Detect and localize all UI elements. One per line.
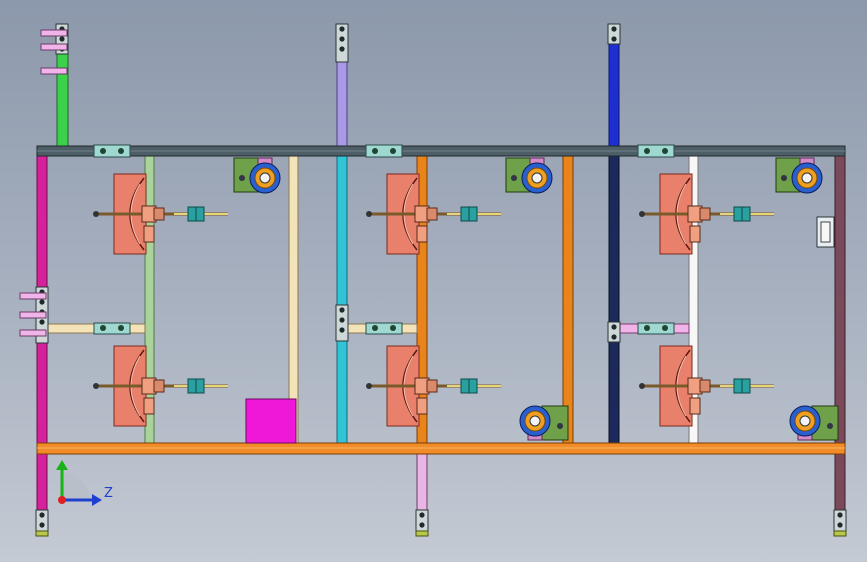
support-bracket: [416, 397, 428, 415]
right-post: [834, 145, 846, 517]
shaft-end: [366, 383, 372, 389]
cap-foot: [415, 530, 429, 537]
cyan-post: [336, 155, 348, 445]
support-bracket: [689, 225, 701, 243]
cap-bolt: [39, 512, 45, 518]
motor-bolt: [781, 175, 787, 181]
magenta-block: [245, 398, 297, 444]
motor-bolt: [827, 423, 833, 429]
fan-assembly: [639, 345, 774, 427]
roller-hub: [529, 415, 541, 427]
post-end-cap: [335, 304, 349, 342]
rail-connector: [637, 322, 675, 335]
cap-bolt: [419, 512, 425, 518]
cap-bolt: [837, 522, 843, 528]
motor-roller-unit: [519, 405, 569, 441]
post-end-caps: [35, 23, 847, 537]
cap-bolt: [39, 522, 45, 528]
cap-bolt: [339, 307, 345, 313]
shaft-end: [366, 211, 372, 217]
support-bracket: [143, 397, 155, 415]
x-axis-dot: [58, 496, 66, 504]
middle-rails: [46, 322, 690, 335]
cap-bolt: [837, 512, 843, 518]
cap-bolt: [419, 522, 425, 528]
beam-connector: [637, 144, 675, 158]
fan-assemblies: [93, 173, 774, 427]
bearing-block: [153, 379, 165, 393]
cap-bolt: [39, 299, 45, 305]
fan-assembly: [93, 345, 228, 427]
cap-bolt: [59, 36, 65, 42]
orange-post-b: [562, 155, 574, 445]
bearing-block: [153, 207, 165, 221]
motor-roller-units: [233, 157, 839, 443]
shaft-end: [93, 383, 99, 389]
cap-foot: [35, 530, 49, 537]
cap-bolt: [339, 36, 345, 42]
roller-hub: [259, 172, 271, 184]
cap-foot: [833, 530, 847, 537]
navy-post: [608, 155, 620, 445]
fan-assembly: [93, 173, 228, 255]
motor-bolt: [239, 175, 245, 181]
bottom-beam: [36, 442, 846, 455]
z-axis-label: Z: [104, 486, 113, 501]
cap-bolt: [339, 327, 345, 333]
support-bracket: [689, 397, 701, 415]
motor-roller-unit: [505, 157, 553, 194]
post-end-cap: [35, 509, 49, 537]
motor-roller-unit: [789, 405, 839, 441]
top-beam: [36, 144, 846, 158]
rail-connector: [365, 322, 403, 335]
support-bracket: [416, 225, 428, 243]
motor-bolt: [511, 175, 517, 181]
coordinate-triad: Z: [56, 460, 113, 506]
cap-bolt: [611, 334, 617, 340]
cap-bolt: [339, 46, 345, 52]
post-end-cap: [335, 23, 349, 63]
bearing-block: [699, 379, 711, 393]
cap-bolt: [611, 26, 617, 32]
motor-bolt: [557, 423, 563, 429]
post-end-cap: [607, 23, 621, 45]
rail-connector: [93, 322, 131, 335]
roller-hub: [799, 415, 811, 427]
control-panel: [816, 216, 835, 248]
cap-bolt: [611, 36, 617, 42]
blue-post: [608, 27, 620, 149]
post-end-cap: [833, 509, 847, 537]
bearing-block: [426, 207, 438, 221]
bottom-pink-post: [416, 451, 428, 519]
cap-bolt: [39, 319, 45, 325]
beam-connector: [365, 144, 403, 158]
motor-roller-unit: [775, 157, 823, 194]
cap-bolt: [611, 324, 617, 330]
bearing-block: [426, 379, 438, 393]
fan-assembly: [366, 173, 501, 255]
motor-roller-unit: [233, 157, 281, 194]
shaft-end: [639, 211, 645, 217]
bearing-block: [699, 207, 711, 221]
cad-assembly-view: Z: [19, 23, 847, 537]
cap-bolt: [339, 26, 345, 32]
post-end-cap: [415, 509, 429, 537]
fan-assembly: [639, 173, 774, 255]
roller-hub: [801, 172, 813, 184]
shaft-end: [639, 383, 645, 389]
post-end-cap: [607, 321, 621, 343]
roller-hub: [531, 172, 543, 184]
beam-connector: [93, 144, 131, 158]
fan-assembly: [366, 345, 501, 427]
support-bracket: [143, 225, 155, 243]
cap-bolt: [339, 317, 345, 323]
shaft-end: [93, 211, 99, 217]
